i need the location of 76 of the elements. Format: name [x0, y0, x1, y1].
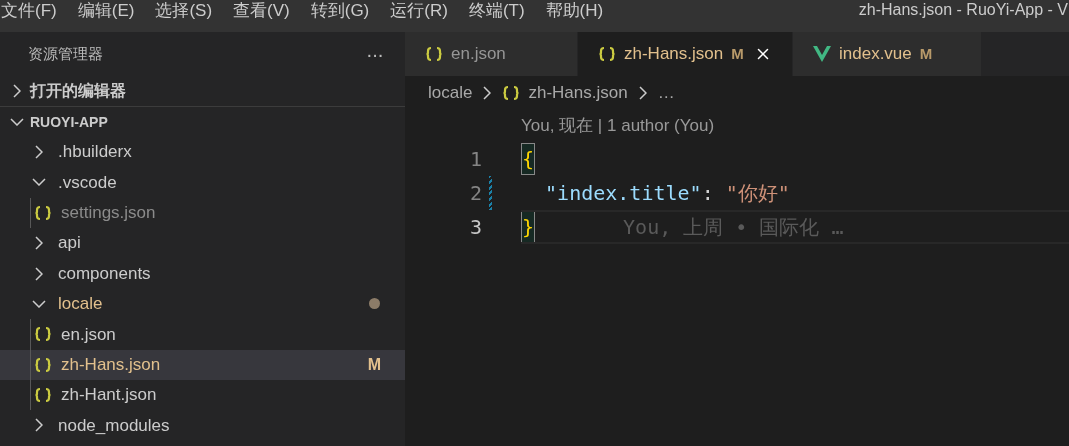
braces-icon — [34, 204, 52, 221]
chevron-down-icon — [32, 299, 46, 308]
editor-tab[interactable]: index.vue M — [793, 32, 982, 76]
file-name: zh-Hans.json — [61, 353, 161, 376]
chevron-right-icon — [13, 84, 21, 99]
braces-icon — [34, 387, 52, 404]
folder-name: locale — [58, 293, 103, 316]
window-title: zh-Hans.json - RuoYi-App - V — [858, 0, 1068, 20]
code-token: } — [521, 211, 536, 243]
code-token: "你好" — [725, 180, 790, 207]
menu-item[interactable]: 帮助(H) — [545, 0, 604, 24]
chevron-down-icon — [10, 118, 24, 127]
modified-label: M — [367, 354, 381, 375]
folder-row[interactable]: .hbuilderx — [0, 136, 405, 168]
code-token: { — [521, 143, 536, 175]
folder-row[interactable]: .vscode — [0, 167, 405, 198]
braces-icon — [34, 356, 52, 373]
menu-item[interactable]: 编辑(E) — [77, 0, 135, 24]
vue-logo-icon — [813, 46, 831, 62]
braces-icon — [502, 85, 521, 101]
menu-item[interactable]: 终端(T) — [468, 0, 525, 24]
section-title: 打开的编辑器 — [30, 81, 126, 102]
blame-annotation: You, 上周 • 国际化 … — [623, 214, 844, 241]
chevron-right-icon — [35, 418, 43, 433]
folder-name: .hbuilderx — [58, 141, 132, 164]
more-actions-button[interactable]: ··· — [366, 39, 383, 69]
folder-row[interactable]: api — [0, 227, 405, 259]
file-name: settings.json — [61, 202, 156, 224]
braces-icon — [598, 46, 616, 62]
modified-label: M — [919, 43, 933, 64]
line-number: 1 — [468, 146, 482, 173]
menu-item[interactable]: 查看(V) — [233, 0, 290, 24]
code-token: "index.title" — [544, 180, 702, 207]
folder-name: node_modules — [58, 414, 170, 437]
tab-label: zh-Hans.json — [624, 43, 724, 66]
tab-label: en.json — [451, 43, 506, 66]
menu-item[interactable]: 选择(S) — [155, 0, 213, 24]
menu-item[interactable]: 文件(F) — [1, 0, 57, 24]
file-name: zh-Hant.json — [61, 384, 157, 407]
section-title: RUOYI-APP — [30, 112, 108, 132]
code-token: : — [701, 180, 715, 207]
file-row[interactable]: zh-Hans.json M — [0, 349, 405, 380]
tab-label: index.vue — [839, 43, 912, 66]
folder-name: components — [58, 262, 151, 285]
menu-item[interactable]: 运行(R) — [390, 0, 448, 24]
change-gutter-marker — [489, 176, 492, 210]
chevron-right-icon — [638, 86, 647, 100]
folder-name: .vscode — [58, 171, 117, 194]
line-number: 2 — [468, 180, 482, 207]
editor-tab[interactable]: en.json — [405, 32, 578, 76]
chevron-right-icon — [35, 236, 43, 251]
line-number: 3 — [468, 214, 482, 241]
folder-row[interactable]: locale — [0, 288, 405, 320]
codelens-text[interactable]: You, 现在 | 1 author (You) — [521, 113, 715, 139]
sidebar-title: 资源管理器 — [28, 43, 103, 64]
modified-label: M — [731, 43, 744, 64]
braces-icon — [425, 46, 443, 62]
section-header[interactable]: RUOYI-APP — [0, 106, 405, 137]
breadcrumb-item[interactable]: locale — [428, 80, 473, 106]
section-header[interactable]: 打开的编辑器 — [0, 76, 405, 107]
file-row[interactable]: en.json — [0, 319, 405, 350]
chevron-right-icon — [483, 86, 492, 100]
folder-row[interactable]: node_modules — [0, 410, 405, 441]
breadcrumb-item[interactable]: zh-Hans.json — [502, 80, 628, 106]
folder-name: api — [58, 232, 81, 255]
folder-row[interactable]: components — [0, 258, 405, 289]
editor-tab[interactable]: zh-Hans.json M — [578, 32, 793, 76]
file-name: en.json — [61, 323, 116, 346]
chevron-right-icon — [35, 144, 43, 159]
breadcrumb-item[interactable]: … — [657, 80, 675, 106]
file-row[interactable]: zh-Hant.json — [0, 379, 405, 411]
file-row[interactable]: settings.json — [0, 197, 405, 228]
menu-item[interactable]: 转到(G) — [310, 0, 370, 24]
braces-icon — [34, 326, 52, 343]
chevron-down-icon — [32, 178, 46, 187]
chevron-right-icon — [35, 266, 43, 281]
